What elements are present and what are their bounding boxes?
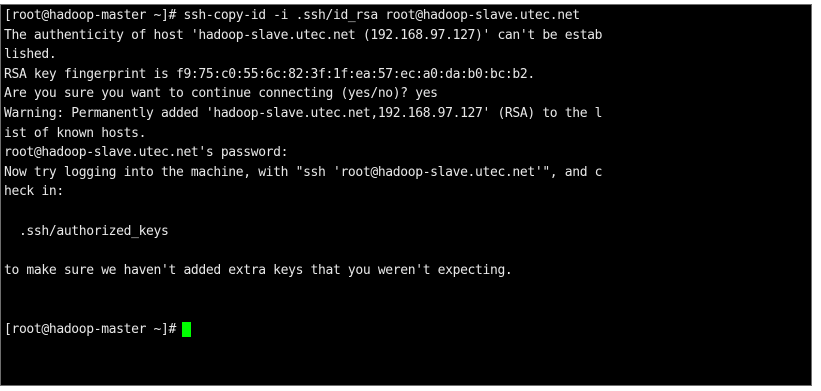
- terminal-line: Now try logging into the machine, with "…: [4, 164, 603, 180]
- terminal-line: to make sure we haven't added extra keys…: [4, 262, 513, 278]
- terminal-line: heck in:: [4, 184, 64, 200]
- terminal-line: The authenticity of host 'hadoop-slave.u…: [4, 27, 603, 43]
- terminal-line: .ssh/authorized_keys: [4, 223, 169, 239]
- terminal-cursor: [181, 321, 191, 337]
- terminal-line: lished.: [4, 47, 57, 63]
- terminal-line: ist of known hosts.: [4, 125, 147, 141]
- terminal-line: Are you sure you want to continue connec…: [4, 86, 438, 102]
- terminal-prompt-line[interactable]: [root@hadoop-master ~]#: [1, 320, 811, 340]
- terminal-line: [root@hadoop-master ~]# ssh-copy-id -i .…: [4, 8, 580, 23]
- shell-prompt: [root@hadoop-master ~]#: [4, 321, 176, 337]
- terminal-line: root@hadoop-slave.utec.net's password:: [4, 145, 289, 161]
- terminal-line: RSA key fingerprint is f9:75:c0:55:6c:82…: [4, 66, 535, 82]
- terminal-line: Warning: Permanently added 'hadoop-slave…: [4, 105, 603, 121]
- terminal-output: [root@hadoop-master ~]# ssh-copy-id -i .…: [1, 6, 811, 339]
- terminal-window[interactable]: [root@hadoop-master ~]# ssh-copy-id -i .…: [0, 4, 812, 386]
